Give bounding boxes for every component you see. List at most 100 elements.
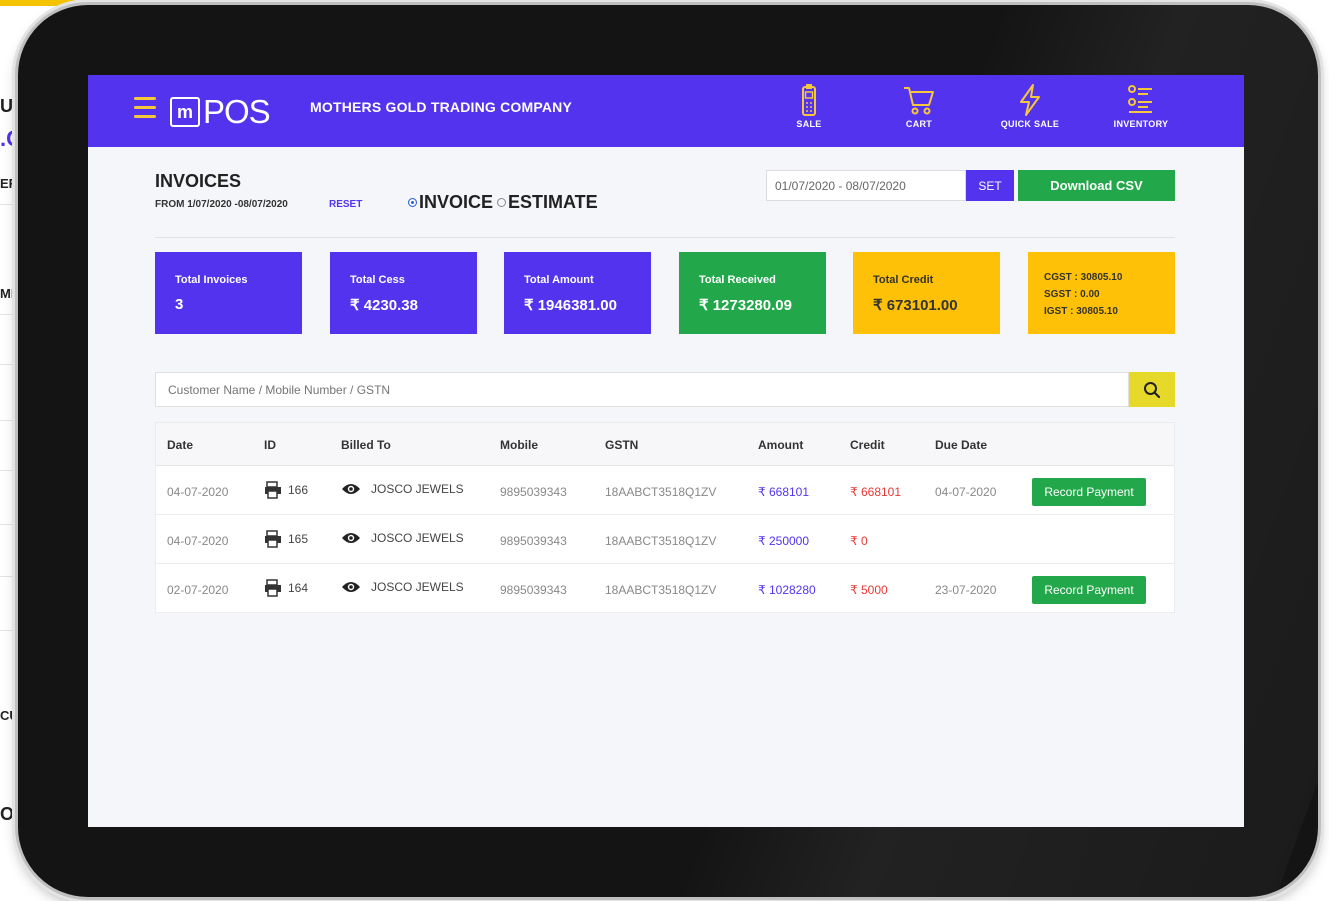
lightning-icon	[1020, 84, 1040, 116]
nav-sale[interactable]: SALE	[764, 83, 854, 129]
table-header: Date ID Billed To Mobile GSTN Amount Cre…	[156, 423, 1174, 466]
section-divider	[155, 237, 1175, 238]
nav-quick-sale[interactable]: QUICK SALE	[985, 83, 1075, 129]
search-input[interactable]	[155, 372, 1129, 407]
invoice-id: 165	[288, 532, 309, 546]
radio-invoice-label[interactable]: INVOICE	[419, 192, 493, 213]
cell-billed-to[interactable]: JOSCO JEWELS	[341, 482, 464, 496]
cell-due-date: 04-07-2020	[935, 485, 997, 499]
print-invoice-icon[interactable]	[264, 530, 282, 548]
view-eye-icon[interactable]	[341, 482, 361, 496]
cart-icon	[904, 87, 934, 115]
cell-amount: ₹ 250000	[758, 534, 810, 548]
column-header-credit: Credit	[850, 438, 885, 452]
customer-name: JOSCO JEWELS	[371, 580, 464, 594]
nav-cart-label: CART	[905, 119, 933, 129]
column-header-billed-to: Billed To	[341, 438, 391, 452]
card-value: ₹ 1946381.00	[524, 297, 617, 314]
cell-billed-to[interactable]: JOSCO JEWELS	[341, 531, 464, 545]
table-row: 02-07-2020 164 JOSCO JEWELS 9895039343 1…	[156, 564, 1174, 612]
cell-mobile: 9895039343	[500, 485, 567, 499]
cell-date: 04-07-2020	[167, 485, 229, 499]
nav-quick-sale-label: QUICK SALE	[1000, 119, 1060, 129]
radio-invoice[interactable]	[408, 198, 417, 207]
invoice-table: Date ID Billed To Mobile GSTN Amount Cre…	[155, 422, 1175, 613]
table-row: 04-07-2020 166 JOSCO JEWELS 9895039343 1…	[156, 466, 1174, 515]
cell-credit: ₹ 0	[850, 534, 868, 548]
app-header: m POS MOTHERS GOLD TRADING COMPANY SALE	[88, 75, 1244, 147]
card-total-cess: Total Cess ₹ 4230.38	[330, 252, 477, 334]
cell-id[interactable]: 164	[264, 579, 308, 597]
nav-inventory[interactable]: INVENTORY	[1096, 83, 1186, 129]
invoice-id: 166	[288, 483, 309, 497]
nav-cart[interactable]: CART	[874, 83, 964, 129]
print-invoice-icon[interactable]	[264, 481, 282, 499]
mobile-pos-icon	[802, 84, 816, 116]
cell-id[interactable]: 166	[264, 481, 308, 499]
view-eye-icon[interactable]	[341, 580, 361, 594]
cell-mobile: 9895039343	[500, 583, 567, 597]
cell-gstn: 18AABCT3518Q1ZV	[605, 485, 717, 499]
column-header-mobile: Mobile	[500, 438, 538, 452]
card-value: 3	[175, 296, 184, 313]
background-text-fragment: ME	[0, 286, 20, 301]
cell-due-date: 23-07-2020	[935, 583, 997, 597]
view-eye-icon[interactable]	[341, 531, 361, 545]
reset-link[interactable]: RESET	[329, 199, 362, 210]
column-header-id: ID	[264, 438, 276, 452]
cell-amount: ₹ 1028280	[758, 583, 816, 597]
cell-billed-to[interactable]: JOSCO JEWELS	[341, 580, 464, 594]
card-label: Total Cess	[350, 274, 405, 286]
igst-value: IGST : 30805.10	[1044, 306, 1118, 317]
record-payment-button[interactable]: Record Payment	[1032, 478, 1146, 506]
nav-sale-label: SALE	[796, 119, 822, 129]
background-text-fragment: CU	[0, 708, 19, 723]
set-button[interactable]: SET	[966, 170, 1014, 201]
cell-date: 02-07-2020	[167, 583, 229, 597]
card-value: ₹ 673101.00	[873, 297, 958, 314]
company-name: MOTHERS GOLD TRADING COMPANY	[310, 99, 573, 115]
page-title: INVOICES	[155, 171, 242, 191]
column-header-due-date: Due Date	[935, 438, 988, 452]
cell-amount: ₹ 668101	[758, 485, 810, 499]
cell-gstn: 18AABCT3518Q1ZV	[605, 583, 717, 597]
background-text-fragment: ER	[0, 176, 19, 191]
tablet-frame: m POS MOTHERS GOLD TRADING COMPANY SALE	[18, 5, 1318, 897]
card-total-received: Total Received ₹ 1273280.09	[679, 252, 826, 334]
customer-name: JOSCO JEWELS	[371, 531, 464, 545]
cell-credit: ₹ 5000	[850, 583, 888, 597]
cell-mobile: 9895039343	[500, 534, 567, 548]
download-csv-button[interactable]: Download CSV	[1018, 170, 1175, 201]
search-button[interactable]	[1129, 372, 1175, 407]
cell-date: 04-07-2020	[167, 534, 229, 548]
column-header-date: Date	[167, 438, 194, 452]
cgst-value: CGST : 30805.10	[1044, 272, 1123, 283]
card-label: Total Received	[699, 274, 776, 286]
sgst-value: SGST : 0.00	[1044, 289, 1100, 300]
logo-mark: m	[170, 97, 200, 127]
radio-estimate-label[interactable]: ESTIMATE	[508, 192, 598, 213]
cell-id[interactable]: 165	[264, 530, 308, 548]
search-icon	[1144, 381, 1161, 398]
card-tax-summary: CGST : 30805.10 SGST : 0.00 IGST : 30805…	[1028, 252, 1175, 334]
radio-estimate[interactable]	[497, 198, 507, 207]
card-label: Total Amount	[524, 274, 594, 286]
card-value: ₹ 1273280.09	[699, 297, 792, 314]
list-icon	[1128, 85, 1152, 113]
column-header-amount: Amount	[758, 438, 804, 452]
card-total-invoices: Total Invoices 3	[155, 252, 302, 334]
card-label: Total Credit	[873, 274, 934, 286]
cell-gstn: 18AABCT3518Q1ZV	[605, 534, 717, 548]
cell-credit: ₹ 668101	[850, 485, 902, 499]
table-row: 04-07-2020 165 JOSCO JEWELS 9895039343 1…	[156, 515, 1174, 564]
card-total-amount: Total Amount ₹ 1946381.00	[504, 252, 651, 334]
nav-inventory-label: INVENTORY	[1113, 119, 1169, 129]
date-range-input[interactable]	[766, 170, 966, 201]
column-header-gstn: GSTN	[605, 438, 639, 452]
card-label: Total Invoices	[175, 274, 248, 286]
hamburger-menu-icon[interactable]	[134, 97, 156, 123]
record-payment-button[interactable]: Record Payment	[1032, 576, 1146, 604]
app-logo: m POS	[170, 93, 271, 130]
print-invoice-icon[interactable]	[264, 579, 282, 597]
card-total-credit: Total Credit ₹ 673101.00	[853, 252, 1000, 334]
